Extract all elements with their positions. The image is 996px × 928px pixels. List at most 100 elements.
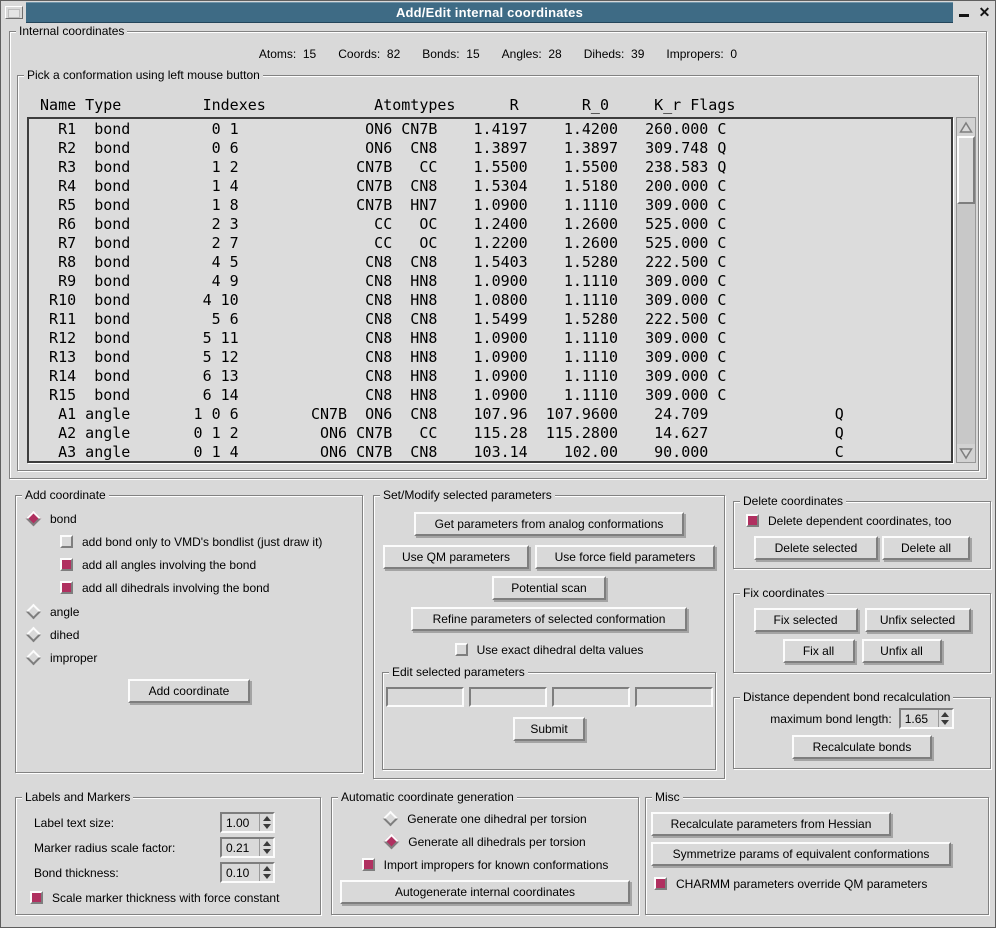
- bond-thickness-spinbox[interactable]: 0.10: [220, 862, 275, 883]
- use-qm-parameters-button[interactable]: Use QM parameters: [383, 545, 529, 569]
- checkbox-add-all-angles-indicator[interactable]: [60, 558, 73, 571]
- table-row[interactable]: A2 angle 0 1 2 ON6 CN7B CC 115.28 115.28…: [31, 424, 951, 443]
- table-row[interactable]: R3 bond 1 2 CN7B CC 1.5500 1.5500 238.58…: [31, 158, 951, 177]
- radio-improper[interactable]: improper: [26, 649, 362, 666]
- checkbox-import-impropers[interactable]: Import impropers for known conformations: [362, 856, 609, 873]
- fix-all-button[interactable]: Fix all: [783, 639, 855, 663]
- unfix-selected-button[interactable]: Unfix selected: [865, 608, 971, 632]
- recalculate-from-hessian-button[interactable]: Recalculate parameters from Hessian: [651, 812, 891, 836]
- checkbox-exact-dihedral-delta[interactable]: Use exact dihedral delta values: [455, 641, 644, 658]
- table-row[interactable]: R10 bond 4 10 CN8 HN8 1.0800 1.1110 309.…: [31, 291, 951, 310]
- potential-scan-button[interactable]: Potential scan: [492, 576, 606, 600]
- checkbox-charmm-override[interactable]: CHARMM parameters override QM parameters: [654, 875, 988, 892]
- marker-radius-spinbox[interactable]: 0.21: [220, 837, 275, 858]
- radio-one-dihedral-indicator[interactable]: [383, 811, 399, 827]
- edit-param-field-3[interactable]: [552, 687, 630, 707]
- table-row[interactable]: R7 bond 2 7 CC OC 1.2200 1.2600 525.000 …: [31, 234, 951, 253]
- recalculate-bonds-button[interactable]: Recalculate bonds: [792, 735, 932, 759]
- checkbox-scale-marker-thickness-indicator[interactable]: [30, 891, 43, 904]
- radio-dihed[interactable]: dihed: [26, 626, 362, 643]
- dialog-window: Add/Edit internal coordinates ✕ Internal…: [0, 0, 996, 928]
- stat-item: Atoms: 15: [259, 47, 316, 61]
- vertical-scrollbar[interactable]: [956, 117, 976, 463]
- checkbox-import-impropers-indicator[interactable]: [362, 858, 375, 871]
- checkbox-bondlist-only-indicator[interactable]: [60, 535, 73, 548]
- coordinate-listbox[interactable]: R1 bond 0 1 ON6 CN7B 1.4197 1.4200 260.0…: [27, 117, 953, 463]
- table-row[interactable]: R9 bond 4 9 CN8 HN8 1.0900 1.1110 309.00…: [31, 272, 951, 291]
- checkbox-add-all-angles[interactable]: add all angles involving the bond: [60, 556, 362, 573]
- max-bond-length-value[interactable]: 1.65: [901, 710, 938, 727]
- spinner-up-icon[interactable]: [941, 712, 949, 717]
- table-row[interactable]: A1 angle 1 0 6 CN7B ON6 CN8 107.96 107.9…: [31, 405, 951, 424]
- window-menu-button[interactable]: [5, 6, 23, 19]
- autogenerate-button[interactable]: Autogenerate internal coordinates: [340, 880, 630, 904]
- scrollbar-trough[interactable]: [957, 204, 975, 444]
- edit-selected-parameters-frame-label: Edit selected parameters: [389, 666, 528, 679]
- checkbox-add-all-dihedrals[interactable]: add all dihedrals involving the bond: [60, 579, 362, 596]
- radio-bond-indicator[interactable]: [26, 511, 42, 527]
- edit-param-field-2[interactable]: [469, 687, 547, 707]
- radio-dihed-indicator[interactable]: [26, 627, 42, 643]
- table-row[interactable]: R1 bond 0 1 ON6 CN7B 1.4197 1.4200 260.0…: [31, 120, 951, 139]
- delete-selected-button[interactable]: Delete selected: [754, 536, 878, 560]
- spinner-down-icon[interactable]: [263, 874, 271, 879]
- fix-selected-button[interactable]: Fix selected: [754, 608, 858, 632]
- marker-radius-value[interactable]: 0.21: [222, 839, 259, 856]
- checkbox-delete-dependent[interactable]: Delete dependent coordinates, too: [746, 512, 990, 529]
- scroll-up-button[interactable]: [957, 118, 975, 136]
- checkbox-scale-marker-thickness[interactable]: Scale marker thickness with force consta…: [30, 889, 320, 906]
- checkbox-charmm-override-indicator[interactable]: [654, 877, 667, 890]
- titlebar-drag-area[interactable]: Add/Edit internal coordinates: [26, 2, 953, 23]
- table-row[interactable]: R6 bond 2 3 CC OC 1.2400 1.2600 525.000 …: [31, 215, 951, 234]
- radio-angle[interactable]: angle: [26, 603, 362, 620]
- scroll-down-button[interactable]: [957, 444, 975, 462]
- table-row[interactable]: R4 bond 1 4 CN7B CN8 1.5304 1.5180 200.0…: [31, 177, 951, 196]
- spinner-up-icon[interactable]: [263, 816, 271, 821]
- table-row[interactable]: R2 bond 0 6 ON6 CN8 1.3897 1.3897 309.74…: [31, 139, 951, 158]
- delete-all-button[interactable]: Delete all: [882, 536, 970, 560]
- radio-all-dihedrals-indicator[interactable]: [384, 834, 400, 850]
- radio-improper-indicator[interactable]: [26, 650, 42, 666]
- checkbox-delete-dependent-indicator[interactable]: [746, 514, 759, 527]
- max-bond-length-spinbox[interactable]: 1.65: [899, 708, 954, 729]
- edit-param-field-4[interactable]: [635, 687, 713, 707]
- radio-angle-indicator[interactable]: [26, 604, 42, 620]
- table-row[interactable]: R8 bond 4 5 CN8 CN8 1.5403 1.5280 222.50…: [31, 253, 951, 272]
- close-button[interactable]: ✕: [976, 4, 993, 21]
- radio-one-dihedral[interactable]: Generate one dihedral per torsion: [383, 810, 586, 827]
- table-row[interactable]: A3 angle 0 1 4 ON6 CN7B CN8 103.14 102.0…: [31, 443, 951, 462]
- table-row[interactable]: R11 bond 5 6 CN8 CN8 1.5499 1.5280 222.5…: [31, 310, 951, 329]
- table-row[interactable]: R12 bond 5 11 CN8 HN8 1.0900 1.1110 309.…: [31, 329, 951, 348]
- table-row[interactable]: R15 bond 6 14 CN8 HN8 1.0900 1.1110 309.…: [31, 386, 951, 405]
- label-text-size-spinbox[interactable]: 1.00: [220, 812, 275, 833]
- spinner-down-icon[interactable]: [263, 849, 271, 854]
- spinner-down-icon[interactable]: [941, 720, 949, 725]
- table-row[interactable]: R13 bond 5 12 CN8 HN8 1.0900 1.1110 309.…: [31, 348, 951, 367]
- spinner-up-icon[interactable]: [263, 866, 271, 871]
- refine-parameters-button[interactable]: Refine parameters of selected conformati…: [411, 607, 687, 631]
- submit-button[interactable]: Submit: [513, 717, 585, 741]
- checkbox-add-all-dihedrals-indicator[interactable]: [60, 581, 73, 594]
- spinner-up-icon[interactable]: [263, 841, 271, 846]
- unfix-all-button[interactable]: Unfix all: [862, 639, 942, 663]
- bond-thickness-value[interactable]: 0.10: [222, 864, 259, 881]
- get-parameters-button[interactable]: Get parameters from analog conformations: [414, 512, 684, 536]
- stat-item: Impropers: 0: [666, 47, 737, 61]
- checkbox-bondlist-only[interactable]: add bond only to VMD's bondlist (just dr…: [60, 533, 362, 550]
- spinner-down-icon[interactable]: [263, 824, 271, 829]
- radio-bond[interactable]: bond: [26, 510, 362, 527]
- label-text-size-value[interactable]: 1.00: [222, 814, 259, 831]
- add-coordinate-button[interactable]: Add coordinate: [128, 679, 250, 703]
- checkbox-exact-dihedral-delta-indicator[interactable]: [455, 643, 468, 656]
- set-modify-frame: Set/Modify selected parameters Get param…: [373, 495, 725, 779]
- minimize-button[interactable]: [955, 4, 972, 21]
- table-row[interactable]: R5 bond 1 8 CN7B HN7 1.0900 1.1110 309.0…: [31, 196, 951, 215]
- symmetrize-params-button[interactable]: Symmetrize params of equivalent conforma…: [651, 842, 951, 866]
- checkbox-import-impropers-label: Import impropers for known conformations: [384, 858, 609, 872]
- radio-all-dihedrals[interactable]: Generate all dihedrals per torsion: [384, 833, 585, 850]
- edit-param-field-1[interactable]: [386, 687, 464, 707]
- use-force-field-parameters-button[interactable]: Use force field parameters: [535, 545, 715, 569]
- scrollbar-thumb[interactable]: [957, 136, 975, 204]
- label-text-size-label: Label text size:: [34, 816, 220, 830]
- table-row[interactable]: R14 bond 6 13 CN8 HN8 1.0900 1.1110 309.…: [31, 367, 951, 386]
